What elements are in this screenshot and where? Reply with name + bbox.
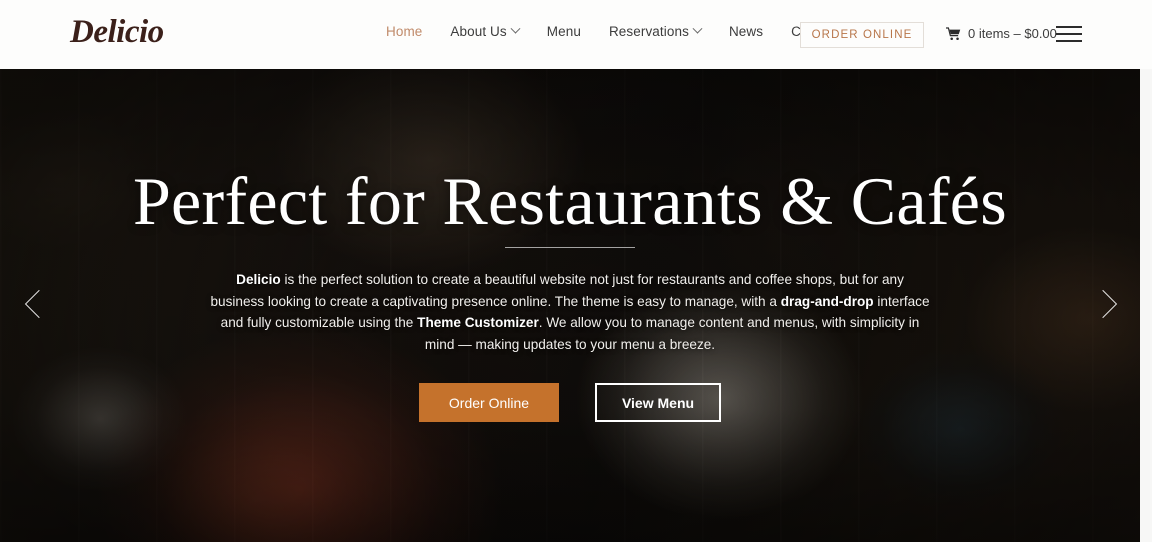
nav-item-menu[interactable]: Menu — [547, 24, 581, 39]
hamburger-line — [1056, 39, 1082, 42]
nav-item-label: News — [728, 24, 764, 39]
nav-item-reservations[interactable]: Reservations — [608, 23, 703, 39]
chevron-right-icon — [1088, 289, 1118, 319]
site-logo[interactable]: Delicio — [70, 16, 164, 49]
nav-item-label: Home — [386, 24, 423, 39]
hero-title: Perfect for Restaurants & Cafés — [132, 163, 1008, 239]
hero-slider: Perfect for Restaurants & Cafés Delicio … — [0, 69, 1140, 542]
hero-divider — [505, 247, 635, 248]
nav-item-about-us[interactable]: About Us — [450, 23, 521, 39]
cart-summary-text: 0 items – $0.00 — [968, 26, 1057, 41]
nav-item-label: Reservations — [608, 24, 689, 39]
slider-prev-button[interactable] — [18, 285, 58, 325]
nav-item-label: Menu — [546, 24, 581, 39]
hero-button-group: Order Online View Menu — [419, 383, 721, 422]
hamburger-menu-icon[interactable] — [1056, 26, 1082, 42]
hamburger-line — [1056, 26, 1082, 29]
nav-item-news[interactable]: News — [729, 24, 763, 39]
slider-next-button[interactable] — [1082, 285, 1122, 325]
chevron-down-icon — [692, 23, 703, 34]
nav-item-home[interactable]: Home — [386, 24, 422, 39]
shopping-cart-icon — [946, 26, 961, 40]
main-navigation: Home About Us Menu Reservations News Con… — [386, 23, 838, 39]
hero-content: Perfect for Restaurants & Cafés Delicio … — [0, 69, 1140, 542]
cart-summary[interactable]: 0 items – $0.00 — [946, 26, 1057, 41]
order-online-button[interactable]: ORDER ONLINE — [800, 22, 924, 48]
hamburger-line — [1056, 32, 1082, 36]
page-right-margin — [1140, 69, 1152, 542]
view-menu-cta-button[interactable]: View Menu — [595, 383, 721, 422]
hero-paragraph: Delicio is the perfect solution to creat… — [210, 272, 930, 352]
nav-item-label: About Us — [450, 24, 507, 39]
chevron-left-icon — [24, 289, 54, 319]
chevron-down-icon — [510, 23, 521, 34]
site-header: Delicio Home About Us Menu Reservations … — [0, 0, 1152, 69]
order-online-cta-button[interactable]: Order Online — [419, 383, 559, 422]
